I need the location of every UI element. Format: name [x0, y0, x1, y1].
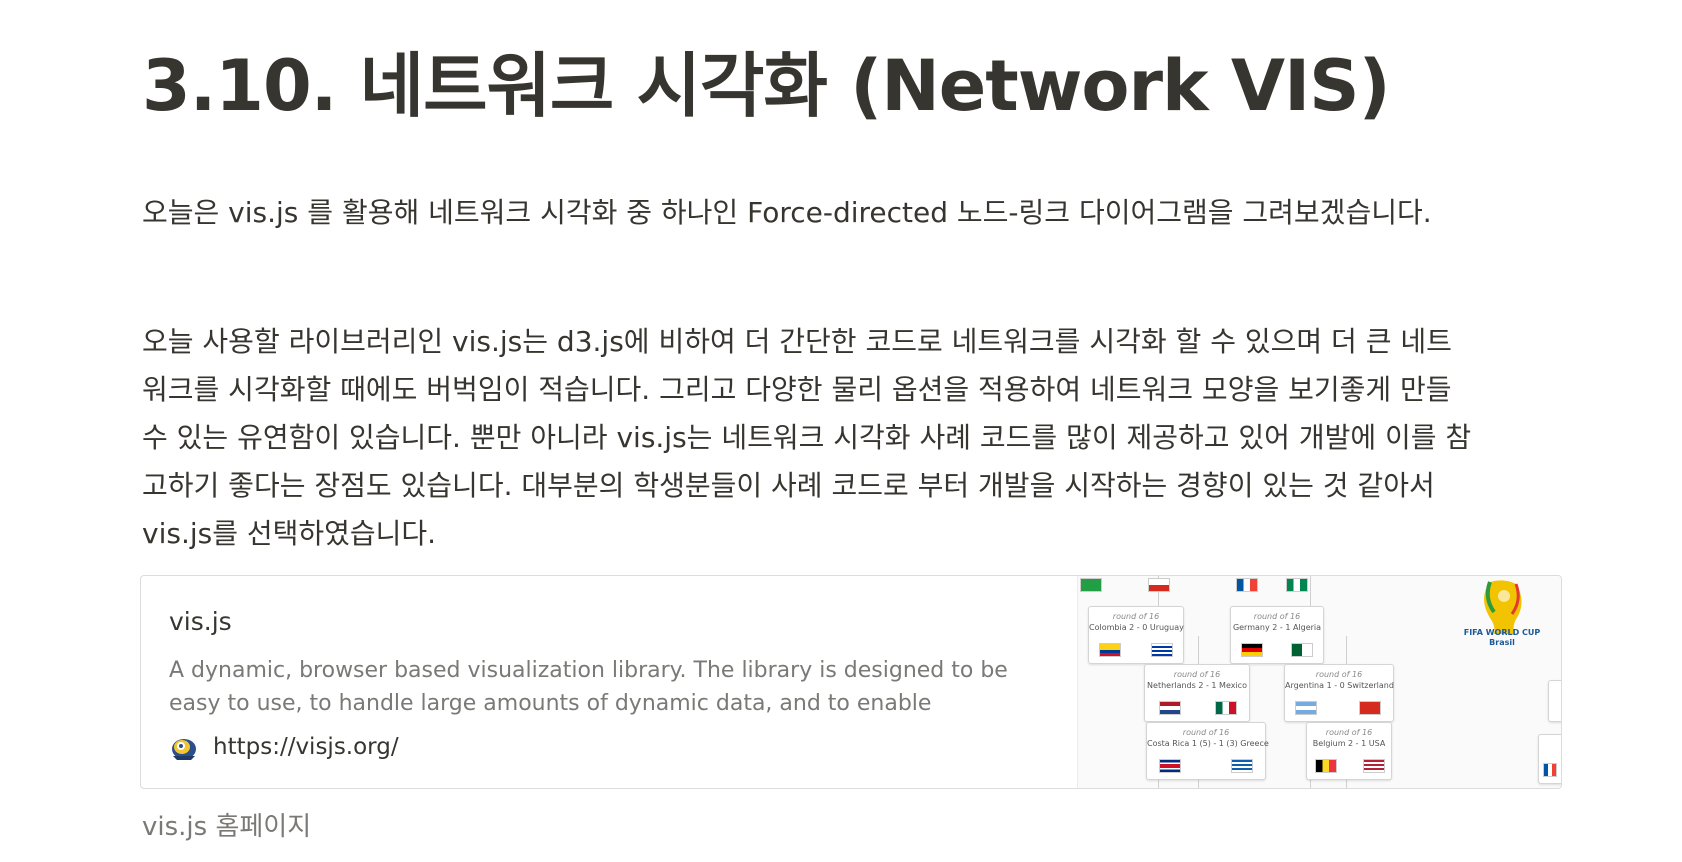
flag-argentina	[1295, 701, 1317, 715]
body-line: 수 있는 유연함이 있습니다. 뿐만 아니라 vis.js는 네트워크 시각화 …	[142, 421, 1472, 454]
match-node: round of 16 Germany 2 - 1 Algeria	[1230, 606, 1324, 664]
match-result: Belgium 2 - 1 USA	[1312, 739, 1386, 748]
match-node: round of 16 Argentina 1 - 0 Switzerland	[1284, 664, 1394, 722]
match-result: Costa Rica 1 (5) - 1 (3) Greece	[1147, 739, 1269, 748]
match-node: round of 16 Netherlands 2 - 1 Mexico	[1144, 664, 1250, 722]
body-line: 오늘 사용할 라이브러리인 vis.js는 d3.js에 비하여 더 간단한 코…	[142, 325, 1452, 358]
bookmark-caption: vis.js 홈페이지	[142, 812, 312, 842]
round-label: round of 16	[1112, 612, 1160, 621]
flag-switzerland	[1359, 701, 1381, 715]
world-cup-logo-text: FIFA WORLD CUP Brasil	[1463, 628, 1541, 647]
flag-france	[1543, 763, 1557, 777]
flag-france	[1236, 578, 1258, 592]
match-node: round of 16 Colombia 2 - 0 Uruguay	[1088, 606, 1184, 664]
bookmark-card[interactable]: vis.js A dynamic, browser based visualiz…	[140, 575, 1562, 789]
flag-algeria	[1291, 643, 1313, 657]
round-label: round of 16	[1173, 670, 1221, 679]
bookmark-title: vis.js	[169, 607, 232, 636]
flag-germany	[1241, 643, 1263, 657]
flag-netherlands	[1159, 701, 1181, 715]
flag-uruguay	[1151, 643, 1173, 657]
match-node	[1548, 680, 1561, 722]
body-line: 고하기 좋다는 장점도 있습니다. 대부분의 학생분들이 사례 코드로 부터 개…	[142, 469, 1435, 502]
match-node	[1538, 734, 1561, 784]
round-label: round of 16	[1253, 612, 1301, 621]
match-result: Argentina 1 - 0 Switzerland	[1285, 681, 1394, 690]
bookmark-link-row[interactable]: https://visjs.org/	[169, 732, 1049, 762]
flag-nigeria	[1286, 578, 1308, 592]
match-result: Colombia 2 - 0 Uruguay	[1089, 623, 1184, 632]
bookmark-description: A dynamic, browser based visualization l…	[169, 658, 1008, 716]
body-line: 워크를 시각화할 때에도 버벅임이 적습니다. 그리고 다양한 물리 옵션을 적…	[142, 373, 1452, 406]
flag-chile	[1148, 578, 1170, 592]
flag-brazil	[1080, 578, 1102, 592]
world-cup-logo	[1484, 580, 1522, 634]
page-title: 3.10. 네트워크 시각화 (Network VIS)	[142, 45, 1391, 127]
page: 3.10. 네트워크 시각화 (Network VIS) 오늘은 vis.js …	[0, 0, 1682, 862]
intro-paragraph: 오늘은 vis.js 를 활용해 네트워크 시각화 중 하나인 Force-di…	[142, 196, 1432, 229]
bookmark-text: vis.js A dynamic, browser based visualiz…	[141, 576, 1077, 788]
match-node: round of 16 Belgium 2 - 1 USA	[1306, 722, 1392, 780]
bookmark-thumbnail: round of 16 Colombia 2 - 0 Uruguay round…	[1077, 576, 1561, 788]
round-label: round of 16	[1315, 670, 1363, 679]
flag-costa-rica	[1159, 759, 1181, 773]
flag-mexico	[1215, 701, 1237, 715]
match-result: Germany 2 - 1 Algeria	[1232, 623, 1322, 632]
flag-greece	[1231, 759, 1253, 773]
body-paragraph: 오늘 사용할 라이브러리인 vis.js는 d3.js에 비하여 더 간단한 코…	[142, 318, 1562, 558]
bookmark-url[interactable]: https://visjs.org/	[213, 734, 399, 760]
visjs-helmet-icon	[172, 739, 196, 760]
match-node: round of 16 Costa Rica 1 (5) - 1 (3) Gre…	[1146, 722, 1269, 780]
match-result: Netherlands 2 - 1 Mexico	[1147, 681, 1247, 690]
round-label: round of 16	[1325, 728, 1373, 737]
round-label: round of 16	[1182, 728, 1230, 737]
flag-belgium	[1315, 759, 1337, 773]
body-line: vis.js를 선택하였습니다.	[142, 517, 437, 550]
flag-colombia	[1099, 643, 1121, 657]
flag-usa	[1363, 759, 1385, 773]
